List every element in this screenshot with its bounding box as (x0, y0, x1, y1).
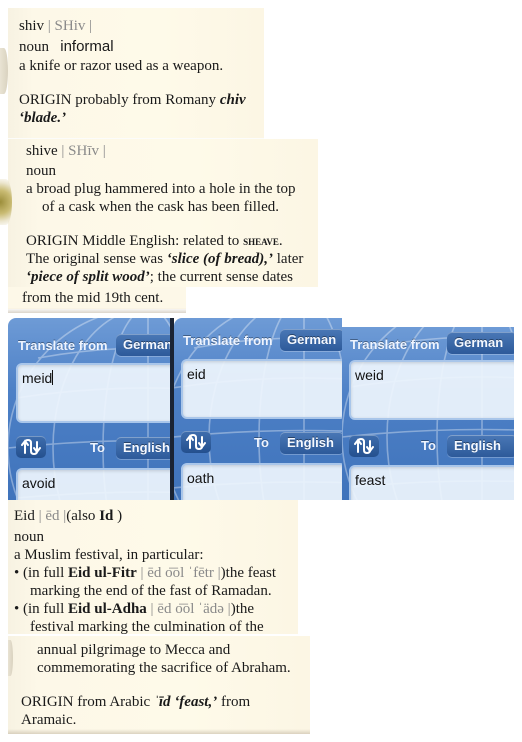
part-of-speech: noun (14, 529, 44, 545)
sense-text: commemorating the sacrifice of Abraham. (37, 660, 291, 676)
origin-gloss: ‘slice (of bread),’ (166, 251, 274, 267)
translation-output: oath (181, 463, 342, 500)
sense-text: marking the end of the fast of Ramadan. (30, 583, 272, 599)
pronunciation: | ēd | (38, 508, 67, 524)
swap-languages-button[interactable] (181, 431, 211, 453)
origin-text: The original sense was (26, 251, 164, 267)
origin-label: ORIGIN (19, 92, 72, 108)
definition: a Muslim festival, in particular: (14, 547, 204, 563)
sense-pronunciation: | ēd o͞ol ˈfētr | (140, 565, 221, 581)
pronunciation: | SHiv | (47, 18, 93, 34)
part-of-speech: noun (26, 163, 56, 179)
source-language-selector[interactable]: German (116, 334, 170, 356)
page-edge-decoration (0, 179, 12, 225)
origin-gloss: ‘blade.’ (19, 110, 67, 126)
translation-output: feast (349, 465, 514, 500)
definition: a knife or razor used as a weapon. (19, 58, 224, 74)
origin-word: chiv (219, 92, 246, 108)
dictionary-entry-eid-continued: annual pilgrimage to Mecca and commemora… (8, 636, 310, 734)
translation-text: feast (355, 472, 386, 488)
origin-text: Aramaic. (21, 712, 77, 728)
translate-from-label: Translate from (18, 338, 108, 353)
part-of-speech: noun (19, 39, 49, 55)
definition-line-1: a broad plug hammered into a hole in the… (26, 181, 296, 197)
source-text: weid (355, 367, 384, 383)
origin-label: ORIGIN (26, 233, 79, 249)
source-text-input[interactable]: eid (181, 359, 342, 419)
source-text: eid (187, 366, 206, 382)
page-edge-decoration (0, 48, 8, 94)
sense-text: )the feast (220, 565, 277, 581)
swap-languages-icon (186, 433, 206, 451)
target-language-selector[interactable]: English (447, 435, 514, 457)
to-label: To (254, 435, 269, 450)
source-text: meid (22, 370, 53, 386)
sense-text: annual pilgrimage to Mecca and (37, 642, 231, 658)
headword: Eid (14, 508, 35, 524)
sense-text: )the (230, 601, 255, 617)
origin-text: from the mid 19th cent. (22, 290, 164, 306)
definition-line-2: of a cask when the cask has been filled. (42, 199, 279, 215)
translator-panel-3: Translate from German weid To English fe… (342, 327, 514, 500)
origin-gloss: ‘feast,’ (174, 694, 218, 710)
page-edge-decoration (8, 640, 13, 676)
cross-reference[interactable]: sheave (243, 233, 279, 248)
headword: shive (26, 143, 58, 159)
swap-languages-icon (21, 438, 41, 456)
origin-label: ORIGIN (21, 694, 74, 710)
origin-gloss: ‘piece of split wood’ (26, 269, 150, 285)
origin-text: Middle English: related to (82, 233, 240, 249)
origin-word: ˈīd (153, 694, 171, 710)
translate-from-label: Translate from (183, 333, 273, 348)
swap-languages-button[interactable] (349, 435, 379, 457)
variant-close: ) (117, 508, 123, 524)
variant-label: (also (66, 508, 96, 524)
dictionary-entry-eid: Eid | ēd |(also Id ) noun a Muslim festi… (8, 500, 298, 635)
translate-from-label: Translate from (350, 337, 440, 352)
target-language-selector[interactable]: English (116, 437, 170, 459)
source-text-input[interactable]: meid (16, 363, 170, 423)
to-label: To (421, 438, 436, 453)
register-label: informal (60, 38, 114, 55)
translation-output: avoid (16, 468, 170, 500)
sense-term: Eid ul-Fitr (68, 565, 137, 581)
origin-text: from (220, 694, 251, 710)
translation-text: avoid (22, 475, 56, 491)
swap-languages-button[interactable] (16, 436, 46, 458)
dictionary-entry-shive: shive | SHīv | noun a broad plug hammere… (0, 139, 318, 287)
origin-text: ; the current sense dates (149, 269, 294, 285)
origin-text: later (276, 251, 304, 267)
translator-panel-1: Translate from German meid To English av… (8, 318, 170, 500)
sense-pronunciation: | ēd o͞ol ˈädə | (150, 601, 231, 617)
source-language-selector[interactable]: German (280, 329, 342, 351)
sense-term: Eid ul-Adha (68, 601, 147, 617)
sense-intro: • (in full (14, 565, 65, 581)
source-text-input[interactable]: weid (349, 360, 514, 420)
origin-text: from Arabic (77, 694, 151, 710)
translation-text: oath (187, 470, 215, 486)
target-language-selector[interactable]: English (280, 432, 342, 454)
sense-text: festival marking the culmination of the (30, 619, 264, 635)
pronunciation: | SHīv | (61, 143, 106, 159)
headword: shiv (19, 18, 45, 34)
dictionary-entry-shive-continued: from the mid 19th cent. (8, 287, 186, 313)
sense-intro: • (in full (14, 601, 65, 617)
dictionary-entry-shiv: shiv | SHiv | noun informal a knife or r… (0, 8, 264, 144)
translator-panel-2: Translate from German eid To English oat… (174, 318, 342, 500)
source-language-selector[interactable]: German (447, 332, 514, 354)
text-caret (52, 370, 54, 385)
origin-text: probably from Romany (75, 92, 217, 108)
to-label: To (90, 440, 105, 455)
swap-languages-icon (354, 437, 374, 455)
variant-form: Id (99, 508, 114, 524)
